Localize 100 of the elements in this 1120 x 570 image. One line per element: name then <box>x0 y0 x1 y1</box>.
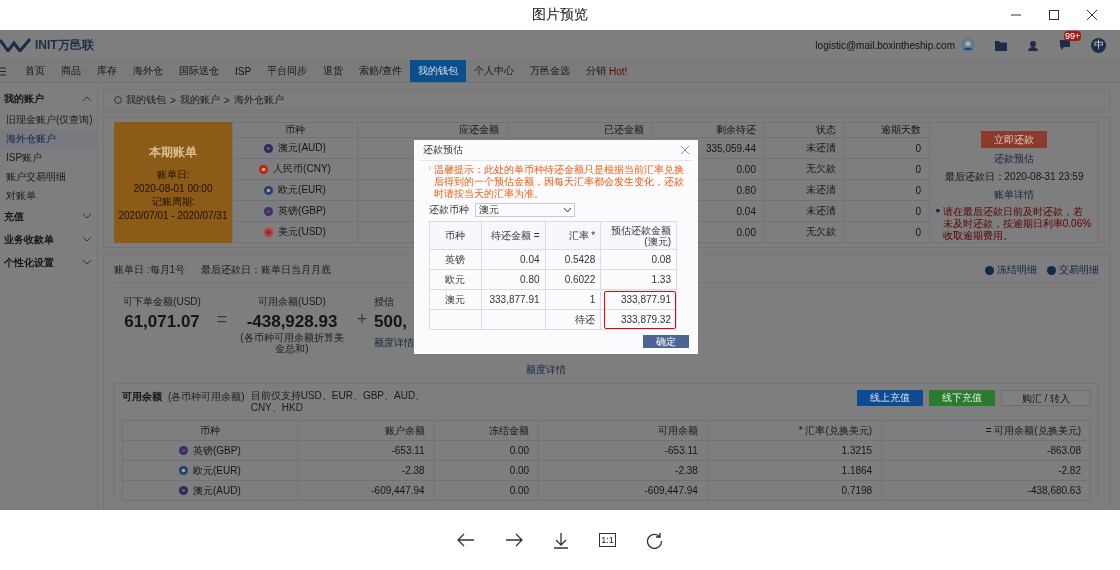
nav-tab[interactable]: 首页 <box>17 60 53 82</box>
sidebar-group[interactable]: 我的账户 <box>0 87 97 110</box>
sidebar-group[interactable]: 个性化设置 <box>0 251 97 274</box>
plus-sign: + <box>355 308 369 330</box>
chevron-icon <box>83 237 91 242</box>
flag-icon <box>179 466 188 475</box>
maximize-icon[interactable] <box>1048 9 1060 21</box>
table-cell: -438,680.63 <box>1027 485 1081 496</box>
avatar-icon[interactable] <box>961 38 975 52</box>
sidebar-item[interactable]: 对账单 <box>0 186 97 205</box>
download-icon[interactable] <box>553 531 570 549</box>
logo-text: INIT万邑联 <box>35 36 94 54</box>
next-arrow-icon[interactable] <box>505 533 524 547</box>
table-cell: 0 <box>844 137 930 159</box>
table-cell: -653.11 <box>664 445 698 456</box>
recharge-button[interactable]: 线下充值 <box>929 390 995 406</box>
language-button[interactable]: 中 <box>1091 37 1106 53</box>
column-header: 币种 <box>429 221 482 250</box>
sidebar-item[interactable]: 海外仓账户 <box>0 129 97 148</box>
support-icon[interactable] <box>1027 39 1039 51</box>
nav-tab[interactable]: 海外仓 <box>125 60 171 82</box>
table-cell: -609,447.94 <box>371 485 425 496</box>
table-cell: 英镑 <box>429 249 482 270</box>
nav-tab[interactable]: 退货 <box>315 60 352 82</box>
column-header: 已还金额 <box>507 122 653 138</box>
breadcrumb-separator: > <box>170 94 176 106</box>
bill-period: 2020/07/01 - 2020/07/31 <box>118 210 228 221</box>
sidebar-item[interactable]: 旧现金账户(仅查询) <box>0 110 97 129</box>
info-icon <box>1047 265 1056 275</box>
nav-tab[interactable]: 分销 Hot! <box>577 60 636 82</box>
currency-select[interactable]: 澳元 <box>475 203 575 217</box>
table-cell: 0.00 <box>509 465 530 476</box>
bill-day-text: 账单日 :每月1号 <box>114 263 186 277</box>
total-label: 待还 <box>545 309 601 330</box>
recharge-button[interactable]: 购汇 / 转入 <box>1001 390 1091 406</box>
balance-subtitle: (各币种可用余额) <box>168 390 245 404</box>
table-cell: 0 <box>844 179 930 201</box>
support-note: 目前仅支持USD、EUR、GBP、AUD、CNY、HKD <box>250 390 427 414</box>
help-icon <box>936 206 940 215</box>
pay-now-button[interactable]: 立即还款 <box>981 131 1047 148</box>
flag-icon <box>179 486 188 495</box>
bill-detail-link[interactable]: 账单详情 <box>994 188 1034 202</box>
column-header: 账户余额 <box>297 420 435 441</box>
breadcrumb-link[interactable]: 我的账户 <box>179 93 220 107</box>
column-header: 可用余额 <box>538 420 708 441</box>
rotate-icon[interactable] <box>645 531 663 549</box>
nav-tab[interactable]: 我的钱包 <box>409 60 466 82</box>
nav-tab[interactable]: 库存 <box>89 60 125 82</box>
table-cell: 无欠款 <box>764 221 845 243</box>
nav-tab[interactable]: 国际送仓 <box>171 60 227 82</box>
table-cell: 未还清 <box>764 200 845 222</box>
ok-button[interactable]: 确定 <box>643 335 689 348</box>
quota-link[interactable]: 额度详情 <box>374 336 414 350</box>
menu-icon[interactable] <box>0 66 6 76</box>
nav-tab[interactable]: 平台同步 <box>259 60 316 82</box>
table-cell: 欧元(EUR) <box>193 463 241 478</box>
table-cell: 1.33 <box>600 269 677 290</box>
breadcrumb-link[interactable]: 我的钱包 <box>126 93 166 107</box>
nav-tab[interactable]: 商品 <box>53 60 89 82</box>
table-cell: 0 <box>844 158 930 180</box>
table-cell: 美元(USD) <box>278 225 326 239</box>
column-header: 币种 <box>122 420 298 441</box>
warning-text: 请在最后还款日前及时还款，若未及时还款，按逾期日利率0.06%收取逾期费用。 <box>942 206 1092 242</box>
table-cell: 1.3215 <box>841 445 873 456</box>
nav-tab[interactable]: 索赔/查件 <box>351 60 410 82</box>
table-cell: 0.08 <box>600 249 677 270</box>
sidebar-group[interactable]: 业务收款单 <box>0 228 97 251</box>
flag-icon <box>179 446 188 455</box>
table-cell: 澳元(AUD) <box>278 141 326 155</box>
detail-link[interactable]: 交易明细 <box>1059 263 1099 277</box>
nav-tab[interactable]: 个人中心 <box>465 60 522 82</box>
table-cell: -2.38 <box>675 465 698 476</box>
recharge-button[interactable]: 线上充值 <box>857 390 923 406</box>
nav-tab[interactable]: 万邑金选 <box>521 60 578 82</box>
chevron-icon <box>83 260 91 265</box>
table-cell: 333,877.91 <box>481 289 546 310</box>
sidebar-group[interactable]: 充值 <box>0 205 97 228</box>
sidebar-item[interactable]: 账户交易明细 <box>0 167 97 186</box>
notification-badge: 99+ <box>1064 31 1082 41</box>
table-cell: 0.00 <box>509 485 530 496</box>
flag-icon <box>264 227 274 237</box>
previous-arrow-icon[interactable] <box>457 533 476 547</box>
table-cell: 0.04 <box>481 249 546 270</box>
detail-link[interactable]: 冻结明细 <box>997 263 1037 277</box>
chat-icon[interactable] <box>1059 39 1071 51</box>
account-email[interactable]: logistic@mail.boxintheship.com <box>815 39 955 51</box>
actual-size-button[interactable]: 1:1 <box>599 533 616 547</box>
nav-tab[interactable]: ISP <box>227 60 260 82</box>
folder-icon[interactable] <box>995 39 1007 51</box>
sidebar-item[interactable]: ISP账户 <box>0 148 97 167</box>
column-header: 待还金额 = <box>481 221 546 250</box>
estimate-link[interactable]: 还款预估 <box>994 152 1034 166</box>
column-header: * 汇率(兑换美元) <box>707 420 882 441</box>
logo-icon <box>0 38 34 52</box>
info-icon <box>985 265 994 275</box>
quota-link[interactable]: 额度详情 <box>526 363 566 377</box>
close-icon[interactable] <box>1086 9 1098 21</box>
table-cell: 1.1864 <box>841 465 873 476</box>
breadcrumb-link[interactable]: 海外仓账户 <box>233 93 284 107</box>
hot-tag: Hot! <box>608 65 628 77</box>
